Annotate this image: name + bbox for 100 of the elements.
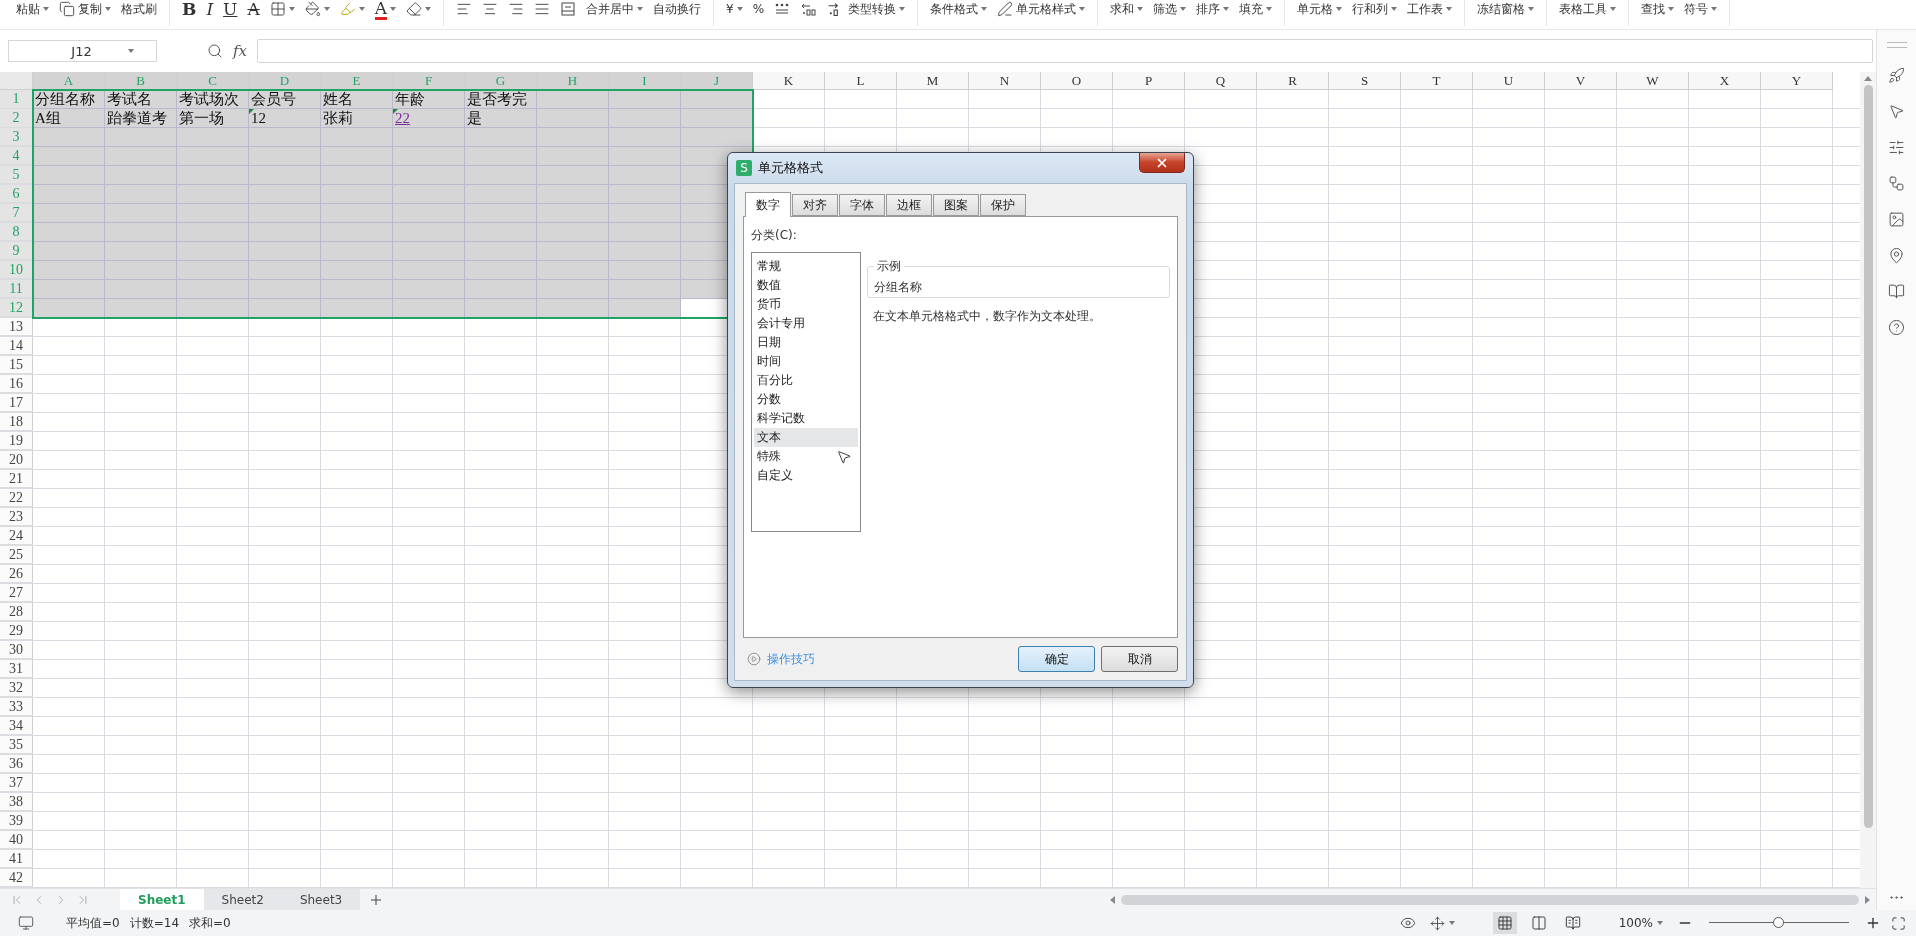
row-header[interactable]: 17: [0, 394, 33, 412]
toolbar-button[interactable]: 粘贴: [14, 0, 51, 18]
toolbar-button[interactable]: 格式刷: [119, 0, 159, 18]
column-header[interactable]: R: [1257, 72, 1329, 90]
toolbar-button[interactable]: 排序: [1194, 0, 1232, 18]
vertical-scrollbar[interactable]: [1860, 72, 1876, 888]
toolbar-button[interactable]: 求和: [1108, 0, 1146, 18]
cell-style-button[interactable]: 单元格样式: [995, 0, 1088, 18]
toolbar-button[interactable]: 工作表: [1405, 0, 1455, 18]
zoom-icon[interactable]: [207, 43, 223, 59]
column-header[interactable]: L: [825, 72, 897, 90]
toolbar-button[interactable]: 冻结窗格: [1475, 0, 1537, 18]
toolbar-button[interactable]: 类型转换: [846, 0, 908, 18]
category-item[interactable]: 分数: [754, 390, 858, 409]
toolbar-button[interactable]: 查找: [1639, 0, 1677, 18]
scroll-thumb[interactable]: [1121, 894, 1859, 905]
toolbar-button[interactable]: 合并居中: [584, 0, 645, 18]
decrease-decimal-button[interactable]: [826, 0, 841, 18]
book-icon[interactable]: [1888, 283, 1905, 300]
function-button[interactable]: fx: [233, 42, 247, 60]
row-header[interactable]: 42: [0, 869, 33, 887]
row-header[interactable]: 40: [0, 831, 33, 849]
column-header[interactable]: M: [897, 72, 969, 90]
dialog-tab[interactable]: 对齐: [792, 194, 838, 216]
pointer-icon[interactable]: [1888, 103, 1905, 120]
category-item[interactable]: 日期: [754, 333, 858, 352]
eye-icon[interactable]: [1399, 915, 1416, 931]
sliders-icon[interactable]: [1888, 139, 1905, 156]
bold-button[interactable]: B: [180, 0, 199, 18]
column-header[interactable]: Q: [1185, 72, 1257, 90]
column-header[interactable]: N: [969, 72, 1041, 90]
row-header[interactable]: 19: [0, 432, 33, 450]
scroll-thumb[interactable]: [1863, 85, 1873, 829]
category-item[interactable]: 货币: [754, 295, 858, 314]
toolbar-button[interactable]: 单元格: [1295, 0, 1345, 18]
help-icon[interactable]: [1888, 319, 1905, 336]
dialog-tab[interactable]: 数字: [745, 192, 791, 217]
toolbar-button[interactable]: ¥: [724, 0, 745, 18]
toolbar-button[interactable]: 行和列: [1350, 0, 1400, 18]
column-header[interactable]: Y: [1761, 72, 1833, 90]
category-item[interactable]: 数值: [754, 276, 858, 295]
column-header[interactable]: P: [1113, 72, 1185, 90]
fullscreen-icon[interactable]: [1891, 915, 1906, 931]
view-button[interactable]: [1492, 912, 1517, 934]
map-pin-icon[interactable]: [1888, 247, 1905, 264]
category-item[interactable]: 百分比: [754, 371, 858, 390]
font-color-button[interactable]: A: [372, 0, 398, 18]
column-header[interactable]: U: [1473, 72, 1545, 90]
category-item[interactable]: 文本: [754, 428, 858, 447]
column-header[interactable]: X: [1689, 72, 1761, 90]
monitor-icon[interactable]: [18, 915, 34, 931]
row-header[interactable]: 32: [0, 679, 33, 697]
scroll-left-icon[interactable]: [1110, 895, 1115, 904]
category-item[interactable]: 科学记数: [754, 409, 858, 428]
dialog-tab[interactable]: 图案: [933, 194, 979, 216]
row-header[interactable]: 39: [0, 812, 33, 830]
column-header[interactable]: V: [1545, 72, 1617, 90]
toolbar-button[interactable]: 符号: [1682, 0, 1720, 18]
category-list[interactable]: 常规 数值 货币 会计专用 日期 时间 百分比 分数 科学记数 文本 特殊 自定义: [751, 252, 861, 532]
toolbar-button[interactable]: 自动换行: [651, 0, 703, 18]
row-header[interactable]: 29: [0, 622, 33, 640]
italic-button[interactable]: I: [204, 0, 216, 18]
row-header[interactable]: 33: [0, 698, 33, 716]
row-header[interactable]: 16: [0, 375, 33, 393]
slider-thumb[interactable]: [1773, 917, 1784, 928]
category-item[interactable]: 会计专用: [754, 314, 858, 333]
row-header[interactable]: 38: [0, 793, 33, 811]
strikethrough-button[interactable]: A: [245, 0, 262, 18]
toolbar-button[interactable]: %: [750, 0, 767, 18]
column-header[interactable]: T: [1401, 72, 1473, 90]
column-header[interactable]: O: [1041, 72, 1113, 90]
toolbar-button[interactable]: 条件格式: [928, 0, 990, 18]
category-item[interactable]: 时间: [754, 352, 858, 371]
toolbar-button[interactable]: 填充: [1237, 0, 1275, 18]
row-header[interactable]: 14: [0, 337, 33, 355]
row-header[interactable]: 15: [0, 356, 33, 374]
copy-button[interactable]: 复制: [57, 0, 113, 18]
row-header[interactable]: 30: [0, 641, 33, 659]
category-item[interactable]: 自定义: [754, 466, 858, 485]
cancel-button[interactable]: 取消: [1101, 646, 1178, 672]
row-header[interactable]: 22: [0, 489, 33, 507]
row-header[interactable]: 28: [0, 603, 33, 621]
dialog-tab[interactable]: 保护: [980, 194, 1026, 216]
workflow-icon[interactable]: [1888, 175, 1905, 192]
zoom-dropdown[interactable]: 100%: [1614, 916, 1667, 930]
toolbar-button[interactable]: 筛选: [1151, 0, 1189, 18]
clear-button[interactable]: [404, 0, 433, 18]
sidebar-grip[interactable]: [1886, 42, 1907, 48]
row-header[interactable]: 27: [0, 584, 33, 602]
row-header[interactable]: 13: [0, 318, 33, 336]
close-button[interactable]: [1139, 153, 1185, 173]
sheet-tab[interactable]: Sheet3: [281, 889, 361, 910]
dialog-tab[interactable]: 字体: [839, 194, 885, 216]
row-header[interactable]: 37: [0, 774, 33, 792]
scroll-right-icon[interactable]: [1865, 895, 1870, 904]
ok-button[interactable]: 确定: [1018, 646, 1095, 672]
scroll-up-icon[interactable]: [1864, 76, 1872, 81]
merge-button[interactable]: [558, 0, 578, 18]
row-header[interactable]: 18: [0, 413, 33, 431]
row-header[interactable]: 41: [0, 850, 33, 868]
